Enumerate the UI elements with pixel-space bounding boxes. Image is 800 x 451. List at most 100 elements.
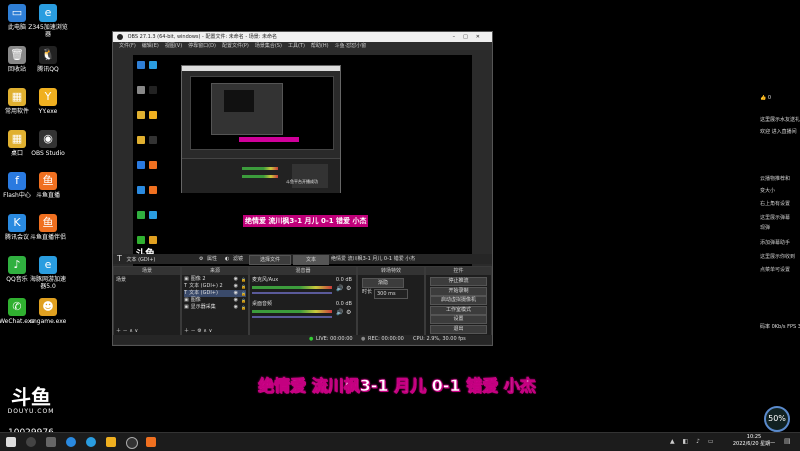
desktop-icon-label: 斗鱼直播 [35, 192, 60, 199]
visibility-icon[interactable]: ◉ [234, 283, 238, 290]
add-icon[interactable]: ＋ [184, 328, 189, 334]
menu-item[interactable]: 斗鱼·怼怼小窗 [335, 43, 367, 49]
lock-icon[interactable]: 🔒 [241, 283, 246, 290]
down-icon[interactable]: ∨ [209, 328, 213, 334]
clock-date: 2022/6/20 星期一 [732, 441, 776, 447]
obs-title-bar: OBS 27.1.3 (64-bit, windows) - 配置文件: 未命名… [113, 32, 492, 42]
lock-icon[interactable]: 🔒 [241, 276, 246, 283]
browser-icon[interactable] [86, 437, 96, 447]
close-icon[interactable]: ✕ [476, 34, 488, 40]
thumb-icon[interactable]: 👍 [760, 95, 766, 101]
edge-icon[interactable] [66, 437, 76, 447]
lock-icon[interactable]: 🔒 [241, 297, 246, 304]
source-item[interactable]: ▣ 显示器采集 ◉ 🔒 [184, 304, 246, 311]
minimize-icon[interactable]: – [453, 34, 464, 40]
menu-item[interactable]: 帮助(H) [311, 43, 329, 49]
source-item[interactable]: T 文本 (GDI+) 2 ◉ 🔒 [184, 283, 246, 290]
nested-desktop-icon [137, 236, 145, 244]
up-icon[interactable]: ∧ [203, 328, 207, 334]
sources-header: 来源 [182, 267, 248, 275]
scene-item[interactable]: 场景 [116, 277, 176, 284]
nested-desktop-icon [149, 136, 157, 144]
control-button[interactable]: 设置 [430, 315, 487, 324]
app-icon: ▭ [8, 4, 26, 22]
speaker-icon[interactable]: 🔊 [336, 285, 343, 292]
windows-start-icon[interactable] [6, 437, 16, 447]
nested-desktop-icon [149, 236, 157, 244]
up-icon[interactable]: ∧ [129, 328, 133, 334]
yy-icon[interactable] [106, 437, 116, 447]
desktop-icon[interactable]: 鱼斗鱼直播 [28, 172, 68, 199]
source-item[interactable]: ▣ 图像 ◉ 🔒 [184, 297, 246, 304]
clock[interactable]: 10:25 2022/6/20 星期一 [730, 434, 778, 448]
controls-header: 控件 [426, 267, 491, 275]
menu-item[interactable]: 工具(T) [288, 43, 305, 49]
mixer-channel: 桌面音频 0.0 dB 🔊 ⚙ [252, 301, 354, 318]
menu-item[interactable]: 配置文件(P) [222, 43, 249, 49]
obs-taskbar-icon[interactable] [126, 437, 138, 449]
add-icon[interactable]: ＋ [116, 328, 121, 334]
visibility-icon[interactable]: ◉ [234, 276, 238, 283]
preview-caption: 绝情爱 流川枫3-1 月儿 0-1 错爱 小杰 [243, 215, 369, 227]
control-button[interactable]: 工作室模式 [430, 305, 487, 315]
desktop-icon[interactable]: 🐧 腾讯QQ [28, 46, 68, 73]
douyu-taskbar-icon[interactable] [146, 437, 156, 447]
channel-db: 0.0 dB [335, 277, 352, 283]
text-value[interactable]: 绝情爱 流川枫3-1 月儿 0-1 错爱 小杰 [331, 254, 415, 264]
desktop-icon[interactable]: ☻ cngame.exe [28, 298, 68, 325]
remove-icon[interactable]: － [191, 328, 196, 334]
desktop-icon[interactable]: e 海豚网游加速器5.0 [28, 256, 68, 290]
desktop-icon[interactable]: Y YY.exe [28, 88, 68, 115]
down-icon[interactable]: ∨ [134, 328, 138, 334]
properties-button[interactable]: 属性 [207, 254, 217, 264]
speaker-icon[interactable]: 🔊 [336, 309, 343, 316]
volume-slider[interactable] [252, 292, 332, 294]
notification-icon[interactable]: ▤ [784, 437, 791, 445]
search-icon[interactable] [26, 437, 36, 447]
visibility-icon[interactable]: ◉ [234, 297, 238, 304]
visibility-icon[interactable]: ◉ [234, 304, 238, 311]
lock-icon[interactable]: 🔒 [241, 304, 246, 311]
obs-preview[interactable]: 斗鱼平台开播成功 绝情爱 流川枫3-1 月儿 0-1 错爱 小杰 斗鱼 [133, 55, 472, 275]
task-view-icon[interactable] [46, 437, 56, 447]
menu-item[interactable]: 文件(F) [119, 43, 136, 49]
filter-icon[interactable]: ◐ [225, 254, 229, 264]
menu-item[interactable]: 编辑(E) [142, 43, 159, 49]
gear-icon[interactable]: ⚙ [346, 309, 351, 316]
source-item-label: 显示器采集 [190, 304, 216, 310]
remove-icon[interactable]: － [123, 328, 128, 334]
control-button[interactable]: 停止推流 [430, 277, 487, 286]
channel-name: 桌面音频 [252, 301, 273, 307]
desktop-icon[interactable]: 鱼斗鱼直播伴侣 [28, 214, 68, 241]
control-button[interactable]: 启动虚拟摄像机 [430, 296, 487, 305]
visibility-icon[interactable]: ◉ [234, 290, 238, 297]
desktop-icon[interactable]: e Z345加速浏览器 [28, 4, 68, 38]
nested-docks [182, 158, 340, 193]
scenes-footer: ＋ － ∧ ∨ [116, 328, 138, 335]
source-item[interactable]: T 文本 (GDI+) ◉ 🔒 [184, 290, 246, 297]
duration-input[interactable]: 300 ms [374, 289, 408, 299]
menu-item[interactable]: 视图(V) [165, 43, 182, 49]
app-icon: e [39, 4, 57, 22]
filters-button[interactable]: 滤镜 [233, 254, 243, 264]
text-button[interactable]: 文本 [293, 255, 329, 265]
control-button[interactable]: 退出 [430, 324, 487, 334]
nested-desktop-icon [137, 61, 145, 69]
source-item[interactable]: ▣ 图像 2 ◉ 🔒 [184, 276, 246, 283]
source-item-label: 文本 (GDI+) 2 [189, 283, 223, 289]
gear-icon[interactable]: ⚙ [199, 254, 203, 264]
gear-icon[interactable]: ⚙ [346, 285, 351, 292]
menu-item[interactable]: 场景集合(S) [255, 43, 282, 49]
stream-gauge-value: 50% [768, 414, 786, 423]
desktop-icon[interactable]: ◉ OBS Studio [28, 130, 68, 157]
gear-icon[interactable]: ⚙ [197, 328, 201, 334]
maximize-icon[interactable]: □ [463, 34, 476, 40]
menu-item[interactable]: 停靠窗口(D) [188, 43, 216, 49]
select-file-button[interactable]: 选择文件 [249, 255, 291, 265]
desktop-icon-label: OBS Studio [31, 150, 65, 157]
transition-select[interactable]: 渐隐 [362, 278, 404, 288]
volume-slider[interactable] [252, 316, 332, 318]
nested-desktop-icon [149, 211, 157, 219]
lock-icon[interactable]: 🔒 [241, 290, 246, 297]
control-button[interactable]: 开始录制 [430, 286, 487, 296]
